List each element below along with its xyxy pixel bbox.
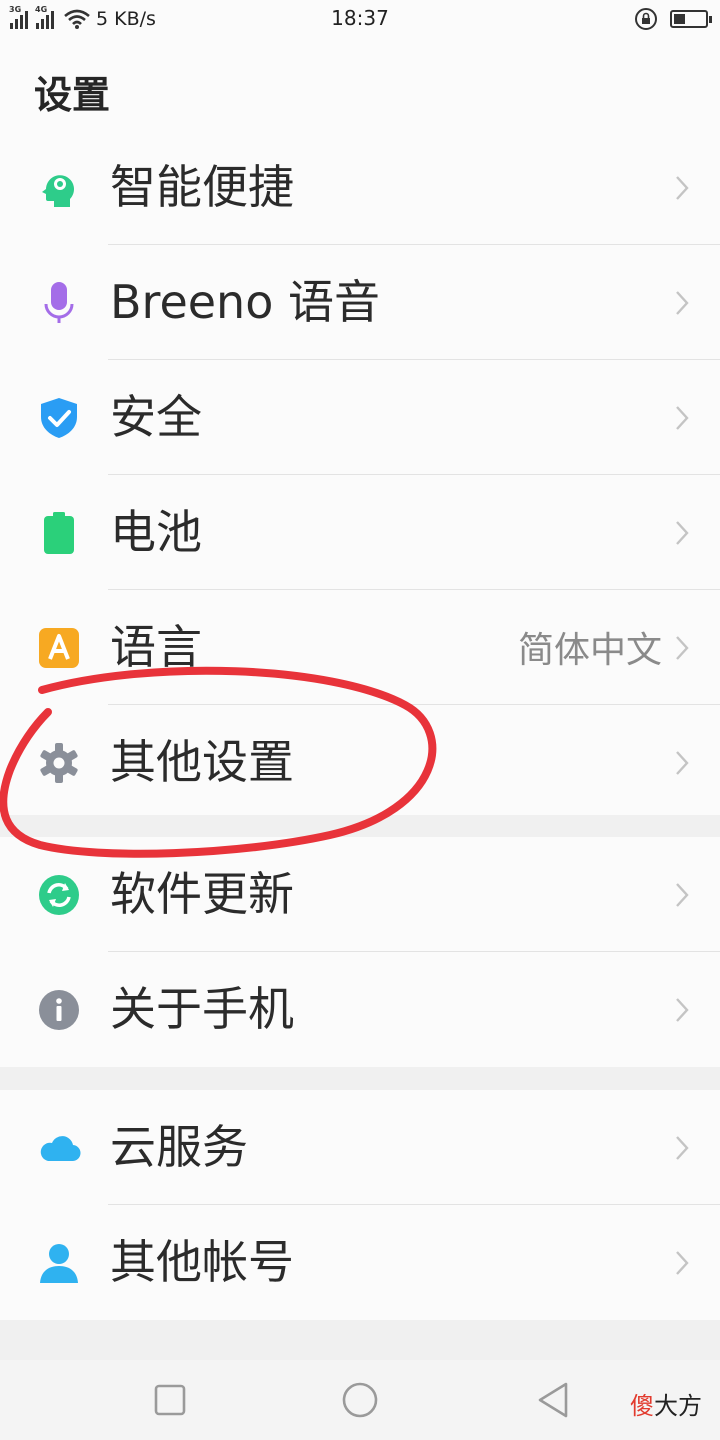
settings-item-language[interactable]: 语言 简体中文 [0,590,720,705]
settings-item-label: 其他帐号 [110,1235,294,1289]
header: 设置 [0,38,720,131]
watermark-rest: 大方 [654,1392,702,1420]
settings-item-other-settings[interactable]: 其他设置 [0,705,720,820]
chevron-right-icon [676,636,689,660]
chevron-right-icon [676,751,689,775]
chevron-right-icon [676,406,689,430]
microphone-icon [44,282,74,323]
chevron-right-icon [676,291,689,315]
status-time: 18:37 [331,6,389,30]
settings-item-label: 软件更新 [110,867,294,921]
battery-level-fill [674,14,685,24]
watermark: 傻大方 [630,1386,702,1421]
settings-item-label: 语言 [110,620,202,674]
info-icon [39,990,79,1030]
chevron-right-icon [676,1136,689,1160]
settings-item-security[interactable]: 安全 [0,360,720,475]
smart-head-icon [42,175,74,207]
chevron-right-icon [676,1251,689,1275]
settings-item-breeno-voice[interactable]: Breeno 语音 [0,245,720,360]
update-icon [39,875,79,915]
settings-group-3: 云服务 其他帐号 [0,1090,720,1320]
back-button[interactable] [534,1380,574,1420]
chevron-right-icon [676,883,689,907]
settings-item-battery[interactable]: 电池 [0,475,720,590]
settings-group-2: 软件更新 关于手机 [0,837,720,1067]
settings-item-about-phone[interactable]: 关于手机 [0,952,720,1067]
settings-item-label: 智能便捷 [110,160,294,214]
person-icon [40,1244,78,1283]
settings-item-label: 云服务 [110,1120,248,1174]
settings-item-label: 关于手机 [110,982,294,1036]
page-title: 设置 [34,73,111,117]
chevron-right-icon [676,998,689,1022]
language-icon [39,628,79,668]
rotation-lock-icon [635,8,657,30]
settings-item-label: Breeno 语音 [110,275,380,329]
settings-item-smart-convenience[interactable]: 智能便捷 [0,130,720,245]
settings-item-label: 其他设置 [110,735,294,789]
battery-status-icon [670,10,712,28]
language-value: 简体中文 [517,630,662,671]
cloud-icon [40,1136,81,1162]
status-bar: 3G 4G 5 KB/s 18:37 [0,0,720,38]
settings-group-1: 智能便捷 Breeno 语音 安全 电池 语言 简体中文 其他设置 [0,130,720,815]
settings-item-other-accounts[interactable]: 其他帐号 [0,1205,720,1320]
shield-icon [41,398,77,438]
gear-icon [40,743,78,783]
status-right [634,7,712,31]
recent-apps-button[interactable] [150,1380,190,1420]
navigation-bar: 傻大方 [0,1360,720,1440]
settings-item-cloud-service[interactable]: 云服务 [0,1090,720,1205]
watermark-first-char: 傻 [630,1392,654,1420]
battery-icon [44,512,74,554]
home-button[interactable] [340,1380,380,1420]
settings-item-software-update[interactable]: 软件更新 [0,837,720,952]
chevron-right-icon [676,521,689,545]
chevron-right-icon [676,176,689,200]
settings-item-label: 安全 [110,390,202,444]
settings-item-label: 电池 [110,505,202,559]
